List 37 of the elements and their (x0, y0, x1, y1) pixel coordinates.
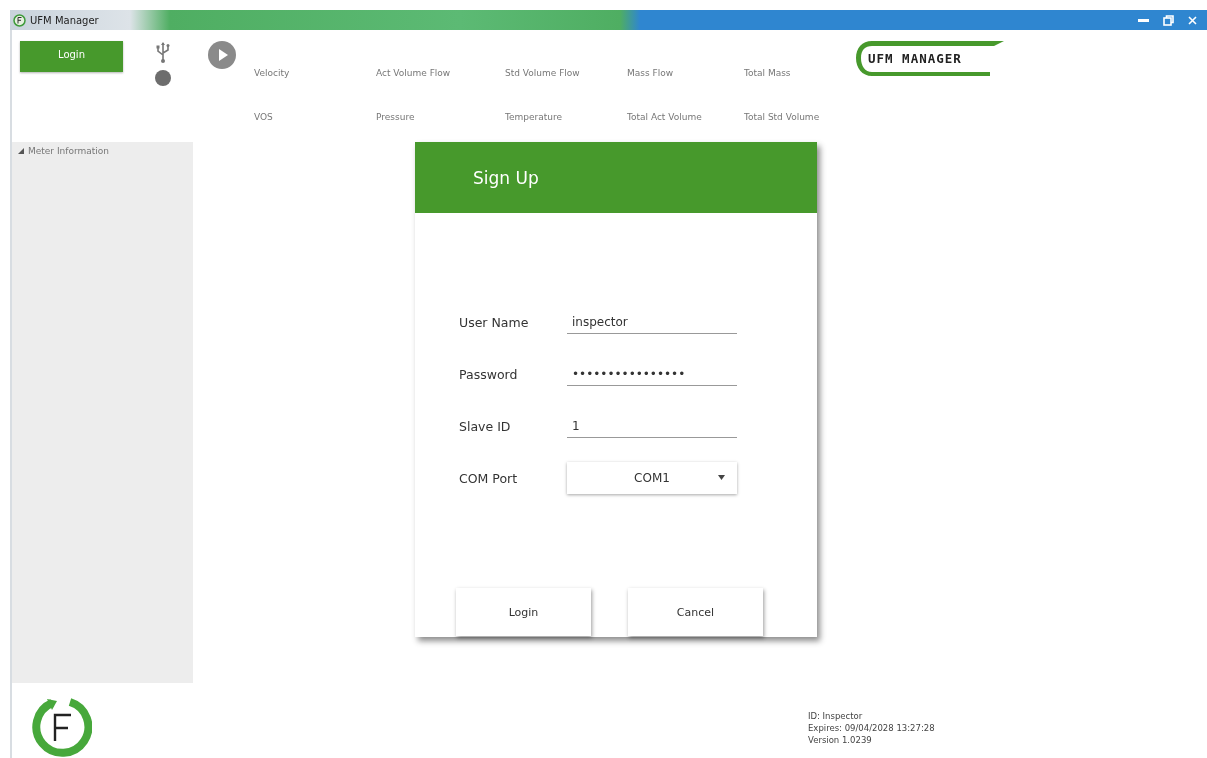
usb-icon (156, 42, 170, 64)
tree-item[interactable]: Meter Information (12, 142, 193, 156)
window-title: UFM Manager (30, 14, 99, 26)
caret-icon (718, 475, 725, 480)
app-icon (13, 13, 26, 27)
status-dot-icon (155, 70, 171, 86)
close-icon[interactable] (1188, 15, 1197, 25)
measurement-label: Total Std Volume (744, 112, 821, 122)
login-button[interactable]: Login (20, 41, 123, 72)
com-port-dropdown[interactable]: COM1 (567, 462, 737, 494)
input-field[interactable]: inspector (567, 310, 737, 334)
input-field[interactable]: •••••••••••••••• (567, 362, 737, 386)
measurement-label: Std Volume Flow (505, 68, 581, 78)
measurement-label: Velocity (254, 68, 291, 78)
measurement-label: Total Act Volume (627, 112, 703, 122)
footer-info-text: ID: Inspector (808, 710, 864, 722)
field-label: COM Port (459, 470, 519, 486)
cancel-button[interactable]: Cancel (628, 588, 763, 636)
footer-info-text: Version 1.0239 (808, 734, 873, 746)
measurement-label: Temperature (505, 112, 563, 122)
login-button[interactable]: Login (456, 588, 591, 636)
dialog-title: Sign Up (473, 167, 539, 188)
field-label: Slave ID (459, 418, 512, 434)
footer-info-text: Expires: 09/04/2028 13:27:28 (808, 722, 935, 734)
f-logo (30, 697, 92, 758)
tree-item-label: Meter Information (28, 146, 110, 156)
input-field[interactable]: 1 (567, 414, 737, 438)
measurement-label: Act Volume Flow (376, 68, 452, 78)
measurement-label: Pressure (376, 112, 416, 122)
field-label: Password (459, 366, 519, 382)
measurement-label: Total Mass (744, 68, 792, 78)
field-label: User Name (459, 314, 530, 330)
minimize-icon[interactable] (1138, 18, 1149, 22)
measurement-label: VOS (254, 112, 274, 122)
restore-icon[interactable] (1163, 14, 1174, 26)
measurement-label: Mass Flow (627, 68, 675, 78)
play-icon[interactable] (208, 41, 236, 69)
